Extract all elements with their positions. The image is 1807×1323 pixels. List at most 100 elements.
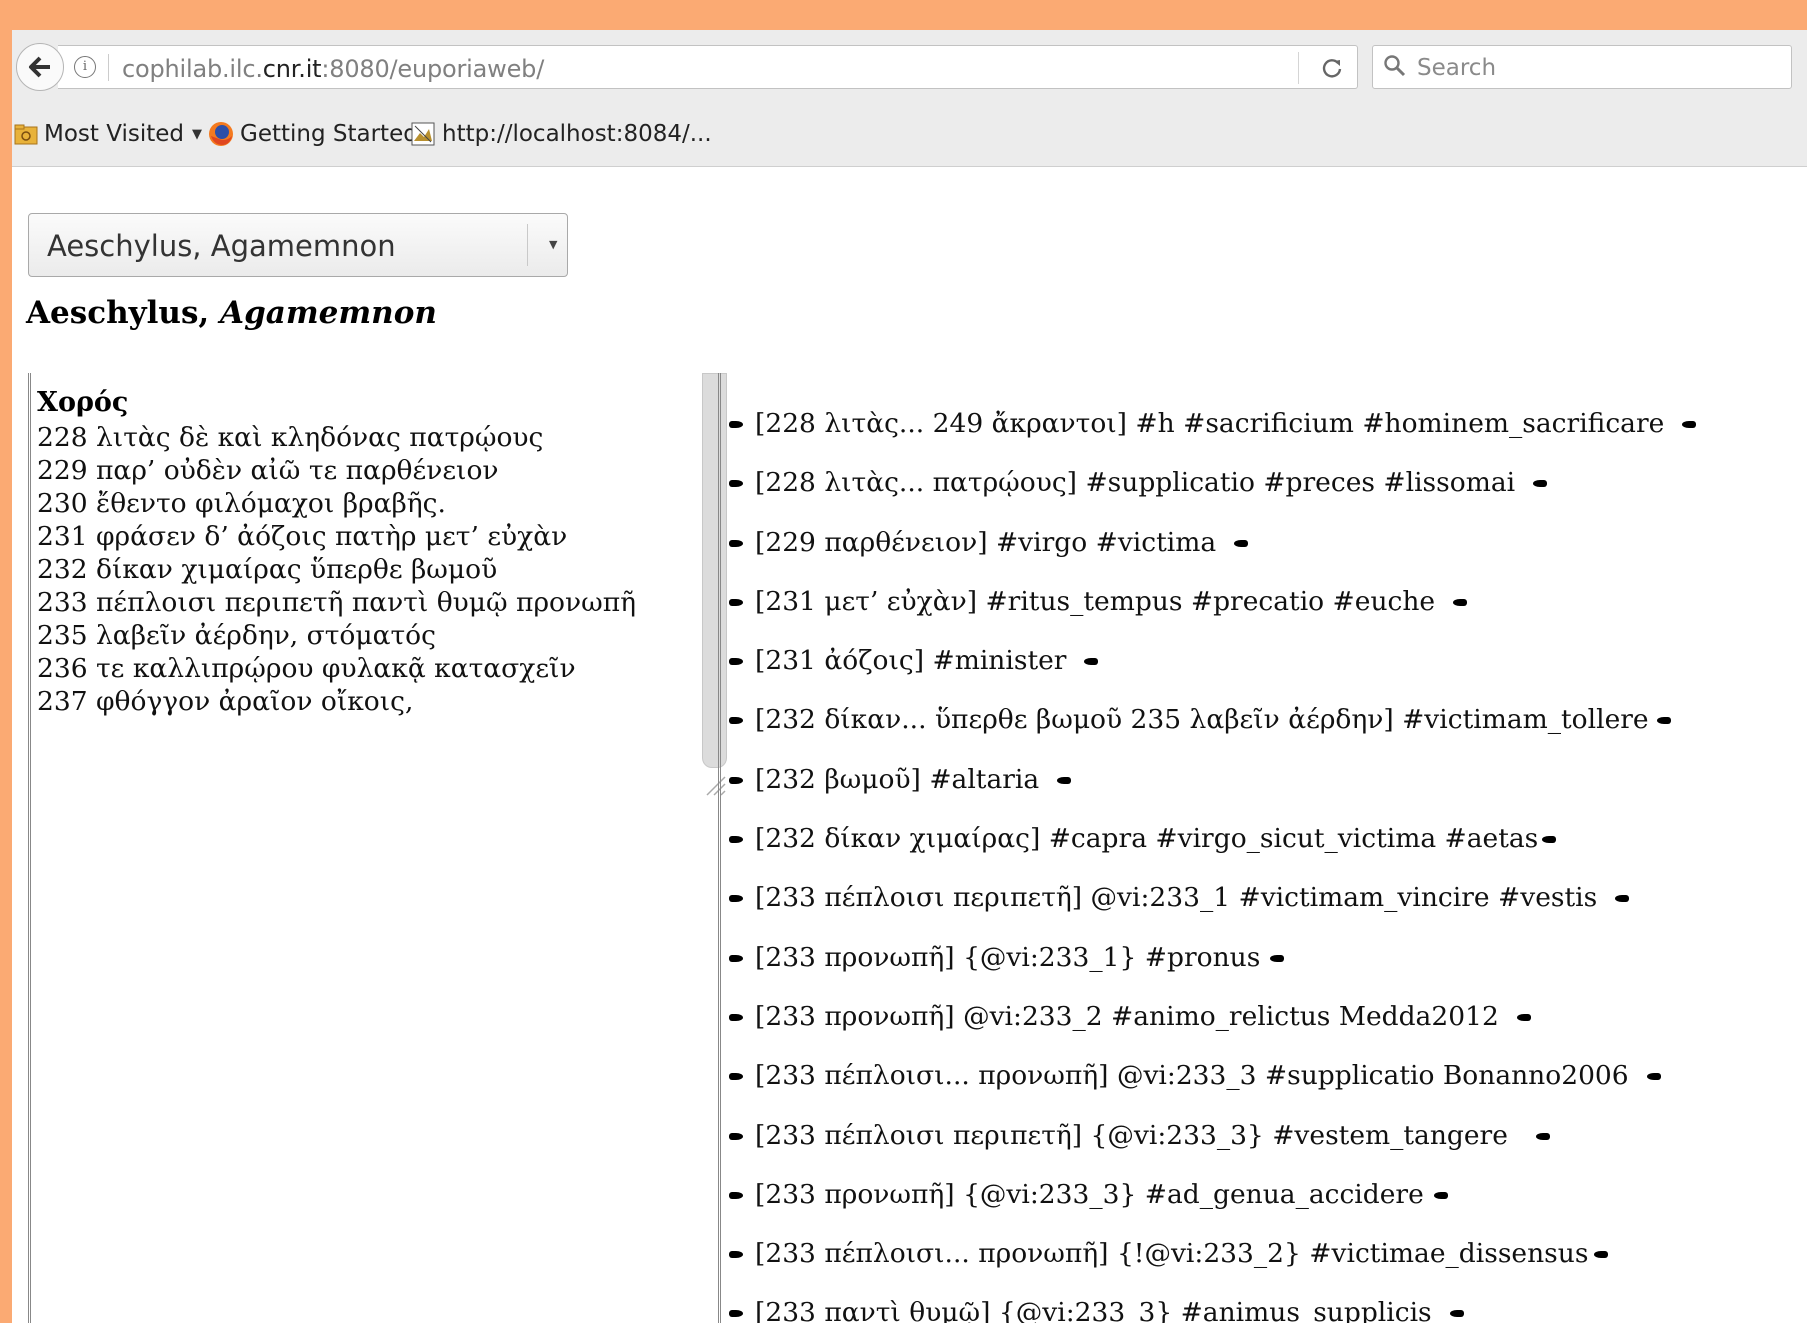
pointing-hand-icon xyxy=(727,1296,747,1323)
pointing-hand-icon xyxy=(1590,1237,1610,1271)
annotation-item[interactable]: [229 παρθένειον] #virgo #victima xyxy=(727,526,1698,585)
pointing-hand-icon xyxy=(1611,881,1631,915)
pointing-hand-icon xyxy=(727,644,747,678)
annotation-item[interactable]: [228 λιτὰς... 249 ἄκραντοι] #h #sacrific… xyxy=(727,407,1698,466)
url-text[interactable]: cophilab.ilc.cnr.it:8080/euporiaweb/ xyxy=(122,55,544,83)
pointing-hand-icon xyxy=(1653,703,1673,737)
annotation-item[interactable]: [228 λιτὰς... πατρῴους] #supplicatio #pr… xyxy=(727,466,1698,525)
back-arrow-icon xyxy=(29,56,50,78)
work-select[interactable]: Aeschylus, Agamemnon ▼ xyxy=(28,213,568,277)
annotation-item[interactable]: [232 δίκαν... ὕπερθε βωμοῦ 235 λαβεῖν ἀέ… xyxy=(727,703,1698,762)
verse-lines: 228 λιτὰς δὲ καὶ κληδόνας πατρῴους 229 π… xyxy=(37,421,636,718)
bookmark-getting-started[interactable]: Getting Started xyxy=(208,118,418,150)
bookmark-label: Most Visited xyxy=(44,121,184,147)
bookmarks-toolbar: Most Visited ▼ Getting Started http://lo… xyxy=(12,106,1807,167)
pointing-hand-icon xyxy=(1643,1059,1663,1093)
url-prefix: cophilab.ilc. xyxy=(122,55,263,83)
firefox-icon xyxy=(209,122,233,146)
navigation-toolbar: i cophilab.ilc.cnr.it:8080/euporiaweb/ xyxy=(12,30,1807,106)
page-icon xyxy=(411,122,435,146)
annotation-item[interactable]: [233 πέπλοισι περιπετῆ] @vi:233_1 #victi… xyxy=(727,881,1698,940)
page-title: Aeschylus, Agamemnon xyxy=(26,295,437,331)
pointing-hand-icon xyxy=(1430,1178,1450,1212)
pointing-hand-icon xyxy=(1230,526,1250,560)
bookmark-label: http://localhost:8084/... xyxy=(442,121,712,147)
chevron-down-icon: ▼ xyxy=(549,238,558,251)
title-work: Agamemnon xyxy=(220,295,437,331)
annotation-text: [229 παρθένειον] #virgo #victima xyxy=(755,526,1217,558)
title-author: Aeschylus, xyxy=(26,295,210,331)
pointing-hand-icon xyxy=(727,585,747,619)
bookmark-most-visited[interactable]: Most Visited ▼ xyxy=(14,118,202,150)
pointing-hand-icon xyxy=(1446,1296,1466,1323)
annotation-text: [233 προνωπῆ] @vi:233_2 #animo_relictus … xyxy=(755,1000,1499,1032)
verse-line: 235 λαβεῖν ἀέρδην, στόματός xyxy=(37,620,436,651)
annotation-item[interactable]: [232 βωμοῦ] #altaria xyxy=(727,763,1698,822)
annotation-item[interactable]: [233 προνωπῆ] {@vi:233_1} #pronus xyxy=(727,941,1698,1000)
annotation-item[interactable]: [231 μετ’ εὐχὰν] #ritus_tempus #precatio… xyxy=(727,585,1698,644)
annotation-item[interactable]: [233 πέπλοισι... προνωπῆ] {!@vi:233_2} #… xyxy=(727,1237,1698,1296)
annotation-text: [231 μετ’ εὐχὰν] #ritus_tempus #precatio… xyxy=(755,585,1436,617)
annotation-text: [233 πέπλοισι... προνωπῆ] {!@vi:233_2} #… xyxy=(755,1238,1589,1270)
pointing-hand-icon xyxy=(727,1059,747,1093)
annotation-text: [231 ἀόζοις] #minister xyxy=(755,645,1067,677)
annotation-item[interactable]: [233 προνωπῆ] @vi:233_2 #animo_relictus … xyxy=(727,1000,1698,1059)
annotation-item[interactable]: [231 ἀόζοις] #minister xyxy=(727,644,1698,703)
bookmark-folder-icon xyxy=(14,124,38,145)
annotation-item[interactable]: [232 δίκαν χιμαίρας] #capra #virgo_sicut… xyxy=(727,822,1698,881)
annotation-item[interactable]: [233 προνωπῆ] {@vi:233_3} #ad_genua_acci… xyxy=(727,1178,1698,1237)
pointing-hand-icon xyxy=(1449,585,1469,619)
back-button[interactable] xyxy=(16,43,64,91)
url-bar[interactable]: i cophilab.ilc.cnr.it:8080/euporiaweb/ xyxy=(58,45,1358,89)
annotation-item[interactable]: [233 παντὶ θυμῷ] {@vi:233_3} #animus_sup… xyxy=(727,1296,1698,1323)
text-pane[interactable]: Χορός 228 λιτὰς δὲ καὶ κληδόνας πατρῴους… xyxy=(28,373,727,1323)
verse-line: 236 τε καλλιπρῴρου φυλακᾷ κατασχεῖν xyxy=(37,653,576,684)
search-input[interactable] xyxy=(1415,52,1779,84)
reload-icon xyxy=(1322,59,1342,78)
pointing-hand-icon xyxy=(727,1000,747,1034)
pointing-hand-icon xyxy=(727,466,747,500)
annotation-item[interactable]: [233 πέπλοισι περιπετῆ] {@vi:233_3} #ves… xyxy=(727,1119,1698,1178)
verse-line: 228 λιτὰς δὲ καὶ κληδόνας πατρῴους xyxy=(37,422,544,453)
search-box[interactable] xyxy=(1372,45,1792,89)
pointing-hand-icon xyxy=(1080,644,1100,678)
annotations-pane: [228 λιτὰς... 249 ἄκραντοι] #h #sacrific… xyxy=(718,373,1807,1323)
select-separator xyxy=(527,224,528,266)
annotation-list: [228 λιτὰς... 249 ἄκραντοι] #h #sacrific… xyxy=(727,407,1698,1323)
annotation-text: [233 προνωπῆ] {@vi:233_1} #pronus xyxy=(755,941,1261,973)
annotation-text: [232 βωμοῦ] #altaria xyxy=(755,763,1040,795)
annotation-text: [233 παντὶ θυμῷ] {@vi:233_3} #animus_sup… xyxy=(755,1297,1432,1323)
url-suffix: :8080/euporiaweb/ xyxy=(321,55,545,83)
pointing-hand-icon xyxy=(727,407,747,441)
pointing-hand-icon xyxy=(1266,941,1286,975)
pointing-hand-icon xyxy=(727,1119,747,1153)
annotation-text: [228 λιτὰς... 249 ἄκραντοι] #h #sacrific… xyxy=(755,408,1665,439)
annotation-item[interactable]: [233 πέπλοισι... προνωπῆ] @vi:233_3 #sup… xyxy=(727,1059,1698,1118)
pointing-hand-icon xyxy=(1532,1119,1552,1153)
browser-window: i cophilab.ilc.cnr.it:8080/euporiaweb/ S… xyxy=(12,30,1807,1323)
annotation-text: [232 δίκαν χιμαίρας] #capra #virgo_sicut… xyxy=(755,823,1539,855)
annotation-text: [228 λιτὰς... πατρῴους] #supplicatio #pr… xyxy=(755,467,1516,499)
pointing-hand-icon xyxy=(1538,822,1558,856)
verse-line: 230 ἔθεντο φιλόμαχοι βραβῆς. xyxy=(37,488,446,519)
verse-line: 232 δίκαν χιμαίρας ὕπερθε βωμοῦ xyxy=(37,554,498,585)
verse-line: 231 φράσεν δ’ ἀόζοις πατὴρ μετ’ εὐχὰν xyxy=(37,521,568,552)
annotation-text: [233 πέπλοισι περιπετῆ] @vi:233_1 #victi… xyxy=(755,882,1598,914)
speaker-label: Χορός xyxy=(37,387,129,418)
reload-button[interactable] xyxy=(1316,52,1348,84)
info-icon[interactable]: i xyxy=(74,56,96,78)
verse-line: 237 φθόγγον ἀραῖον οἴκοις, xyxy=(37,686,414,717)
pointing-hand-icon xyxy=(727,703,747,737)
pointing-hand-icon xyxy=(727,763,747,797)
pointing-hand-icon xyxy=(1529,466,1549,500)
pointing-hand-icon xyxy=(727,1237,747,1271)
bookmark-localhost[interactable]: http://localhost:8084/... xyxy=(410,118,712,150)
pointing-hand-icon xyxy=(1053,763,1073,797)
annotation-text: [233 πέπλοισι... προνωπῆ] @vi:233_3 #sup… xyxy=(755,1060,1629,1092)
bookmark-label: Getting Started xyxy=(240,121,418,147)
reload-separator xyxy=(1298,52,1299,84)
pointing-hand-icon xyxy=(1678,407,1698,441)
chevron-down-icon: ▼ xyxy=(192,126,202,142)
verse-line: 229 παρ’ οὐδὲν αἰῶ τε παρθένειον xyxy=(37,455,499,486)
verse-line: 233 πέπλοισι περιπετῆ παντὶ θυμῷ προνωπῆ xyxy=(37,587,637,618)
